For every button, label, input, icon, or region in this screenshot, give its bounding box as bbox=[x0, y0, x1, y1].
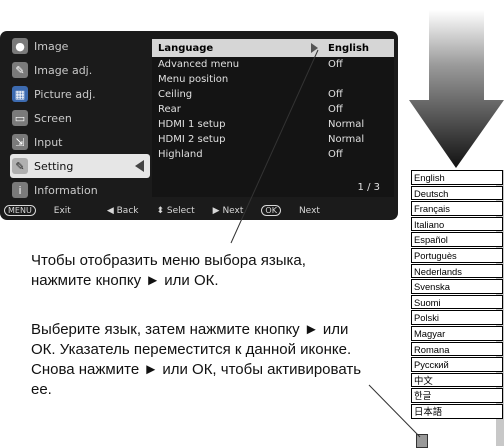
instruction-text-2: Выберите язык, затем нажмите кнопку ► ил… bbox=[31, 321, 362, 398]
instruction-text-1: Чтобы отобразить меню выбора языка, нажм… bbox=[31, 252, 306, 289]
